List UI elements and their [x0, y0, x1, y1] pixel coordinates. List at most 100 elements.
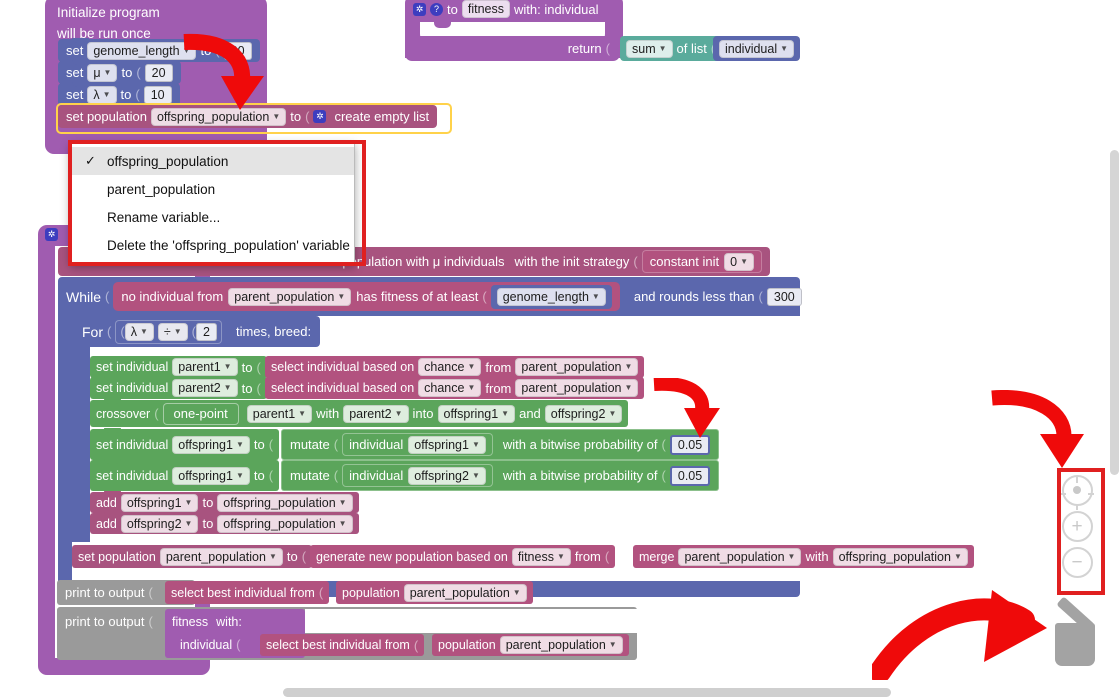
variable-dropdown-offspring1[interactable]: offspring1 ▼	[408, 435, 486, 454]
generate-new-population-block[interactable]: generate new population based on fitness…	[310, 545, 616, 568]
variable-dropdown-parent2[interactable]: parent2 ▼	[172, 379, 238, 397]
number-value[interactable]: 20	[144, 63, 173, 82]
variable-context-menu[interactable]: ✓ offspring_population parent_population…	[70, 142, 355, 264]
select-individual-parent2-block[interactable]: select individual based on chance ▼ from …	[265, 377, 645, 399]
variable-name: genome_length	[93, 43, 180, 58]
number-value[interactable]: 2	[196, 322, 217, 341]
variable-dropdown-parent-population[interactable]: parent_population ▼	[159, 547, 283, 566]
while-condition-block[interactable]: no individual from parent_population ▼ ha…	[113, 282, 620, 311]
gear-icon[interactable]: ✲	[45, 228, 58, 241]
variable-dropdown-offspring1[interactable]: offspring1 ▼	[437, 404, 516, 423]
menu-item-parent-population[interactable]: parent_population	[71, 175, 354, 203]
blockly-workspace[interactable]: Initialize program will be run once set …	[0, 0, 1120, 700]
menu-item-offspring-population[interactable]: ✓ offspring_population	[71, 147, 354, 175]
variable-dropdown-offspring2[interactable]: offspring2 ▼	[120, 514, 199, 533]
mutate-keyword: mutate	[290, 468, 330, 483]
select-best-individual-block-2[interactable]: select best individual from (	[260, 634, 425, 656]
for-expression-block[interactable]: ( λ ▼ ÷ ▼ ( 2	[115, 319, 222, 344]
variable-dropdown-offspring2[interactable]: offspring2 ▼	[544, 404, 623, 423]
variable-dropdown-parent-population[interactable]: parent_population ▼	[678, 547, 802, 566]
variable-dropdown-offspring1[interactable]: offspring1 ▼	[172, 466, 250, 485]
function-name-field[interactable]: fitness	[461, 0, 510, 18]
add-offspring2-block[interactable]: add offspring2 ▼ to offspring_population ▼	[90, 512, 359, 534]
variable-dropdown-offspring-population[interactable]: offspring_population ▼	[832, 547, 968, 566]
set-individual-offspring1-mutate-block[interactable]: set individual offspring1 ▼ to (	[90, 428, 280, 460]
variable-dropdown-offspring-population[interactable]: offspring_population ▼	[217, 514, 353, 533]
probability-value[interactable]: 0.05	[669, 465, 711, 486]
variable-dropdown-offspring-population[interactable]: offspring_population ▼	[217, 493, 353, 512]
mutate-offspring1-block[interactable]: mutate ( individual offspring1 ▼ with a b…	[281, 429, 720, 460]
add-offspring1-block[interactable]: add offspring1 ▼ to offspring_population ▼	[90, 491, 359, 513]
rounds-number-value[interactable]: 300	[766, 287, 802, 306]
variable-dropdown-genome-length[interactable]: genome_length ▼	[87, 41, 197, 60]
fitness-return-row[interactable]: return (	[405, 36, 620, 61]
trash-can-icon[interactable]	[1050, 590, 1110, 670]
variable-dropdown-mu[interactable]: μ ▼	[87, 63, 118, 82]
population-operand-block-2[interactable]: population parent_population ▼	[432, 634, 629, 656]
set-individual-parent1-block[interactable]: set individual parent1 ▼ to (	[90, 356, 267, 378]
select-best-individual-block-1[interactable]: select best individual from (	[165, 581, 330, 604]
probability-value[interactable]: 0.05	[669, 434, 711, 455]
set-population-parent-block[interactable]: set population parent_population ▼ to (	[72, 545, 313, 568]
mutate-arg-block[interactable]: individual offspring2 ▼	[342, 464, 493, 487]
individual-operand-block[interactable]: individual ▼	[713, 36, 801, 61]
set-genome-length-block[interactable]: set genome_length ▼ to ( 20	[58, 38, 260, 62]
set-individual-parent2-block[interactable]: set individual parent2 ▼ to (	[90, 376, 267, 399]
set-individual-keyword: set individual	[96, 381, 169, 395]
while-header-row[interactable]: While ( no individual from parent_popula…	[58, 280, 810, 313]
criterion-dropdown-fitness[interactable]: fitness ▼	[511, 547, 571, 566]
menu-item-rename-variable[interactable]: Rename variable...	[71, 203, 354, 231]
variable-dropdown-parent-population[interactable]: parent_population ▼	[499, 636, 623, 654]
variable-dropdown-parent1[interactable]: parent1 ▼	[172, 358, 238, 376]
sum-of-list-block[interactable]: sum▼ of list (	[620, 36, 722, 61]
variable-dropdown-individual[interactable]: individual ▼	[719, 39, 795, 58]
mutate-arg-block[interactable]: individual offspring1 ▼	[342, 433, 493, 456]
variable-dropdown-parent1[interactable]: parent1 ▼	[246, 404, 313, 423]
mutate-offspring2-block[interactable]: mutate ( individual offspring2 ▼ with a b…	[281, 460, 720, 491]
select-text-b: from	[485, 359, 512, 375]
number-value[interactable]: 20	[223, 41, 252, 60]
menu-item-delete-variable[interactable]: Delete the 'offspring_population' variab…	[71, 231, 354, 259]
set-mu-block[interactable]: set μ ▼ to ( 20	[58, 60, 181, 84]
variable-dropdown-parent-population[interactable]: parent_population ▼	[515, 358, 639, 376]
crossover-block[interactable]: crossover ( one-point parent1 ▼ with pare…	[90, 399, 629, 427]
threshold-block[interactable]: genome_length ▼	[490, 284, 612, 309]
init-strategy-block[interactable]: constant init 0 ▼	[641, 250, 762, 273]
selection-mode-dropdown[interactable]: chance ▼	[418, 379, 482, 397]
variable-dropdown-parent-population[interactable]: parent_population ▼	[228, 287, 352, 306]
set-population-keyword: set population	[78, 549, 156, 564]
variable-dropdown-lambda[interactable]: λ ▼	[87, 85, 117, 104]
set-individual-offspring2-mutate-block[interactable]: set individual offspring1 ▼ to (	[90, 459, 280, 491]
operator-dropdown-sum[interactable]: sum ▼	[626, 39, 673, 58]
variable-dropdown-lambda[interactable]: λ ▼	[124, 322, 154, 341]
operator-symbol: ÷	[163, 324, 171, 339]
select-individual-parent1-block[interactable]: select individual based on chance ▼ from …	[265, 356, 645, 378]
operator-dropdown-divide[interactable]: ÷ ▼	[157, 322, 188, 341]
variable-dropdown-genome-length[interactable]: genome_length ▼	[496, 287, 606, 306]
variable-dropdown-parent-population[interactable]: parent_population ▼	[403, 583, 527, 602]
zoom-out-button[interactable]: −	[1058, 544, 1096, 580]
variable-name: offspring2	[550, 406, 606, 421]
merge-populations-block[interactable]: merge parent_population ▼ with offspring_…	[633, 545, 974, 568]
chevron-down-icon: ▼	[556, 551, 565, 561]
crossover-method-block[interactable]: one-point	[162, 402, 239, 425]
number-value[interactable]: 10	[143, 85, 172, 104]
fitness-call-slot[interactable]	[305, 609, 637, 633]
vertical-scrollbar[interactable]	[1110, 150, 1119, 475]
for-header-row[interactable]: For ( ( λ ▼ ÷ ▼ ( 2 times, breed:	[78, 318, 315, 345]
zoom-controls[interactable]: + −	[1058, 472, 1096, 580]
init-strategy-value-dropdown[interactable]: 0 ▼	[724, 252, 754, 271]
variable-dropdown-offspring1[interactable]: offspring1 ▼	[172, 435, 250, 454]
zoom-in-button[interactable]: +	[1058, 508, 1096, 544]
fitness-function-definition-block[interactable]: ✲ ? to fitness with: individual	[405, 0, 623, 22]
help-icon[interactable]: ?	[430, 2, 443, 16]
variable-dropdown-offspring2[interactable]: offspring2 ▼	[408, 466, 486, 485]
population-operand-block-1[interactable]: population parent_population ▼	[336, 581, 533, 604]
for-keyword: For	[82, 323, 103, 340]
horizontal-scrollbar[interactable]	[283, 688, 891, 697]
variable-dropdown-offspring1[interactable]: offspring1 ▼	[120, 493, 199, 512]
gear-icon[interactable]: ✲	[413, 2, 426, 16]
selection-mode-dropdown[interactable]: chance ▼	[418, 358, 482, 376]
variable-dropdown-parent2[interactable]: parent2 ▼	[343, 404, 409, 423]
variable-dropdown-parent-population[interactable]: parent_population ▼	[515, 379, 639, 397]
